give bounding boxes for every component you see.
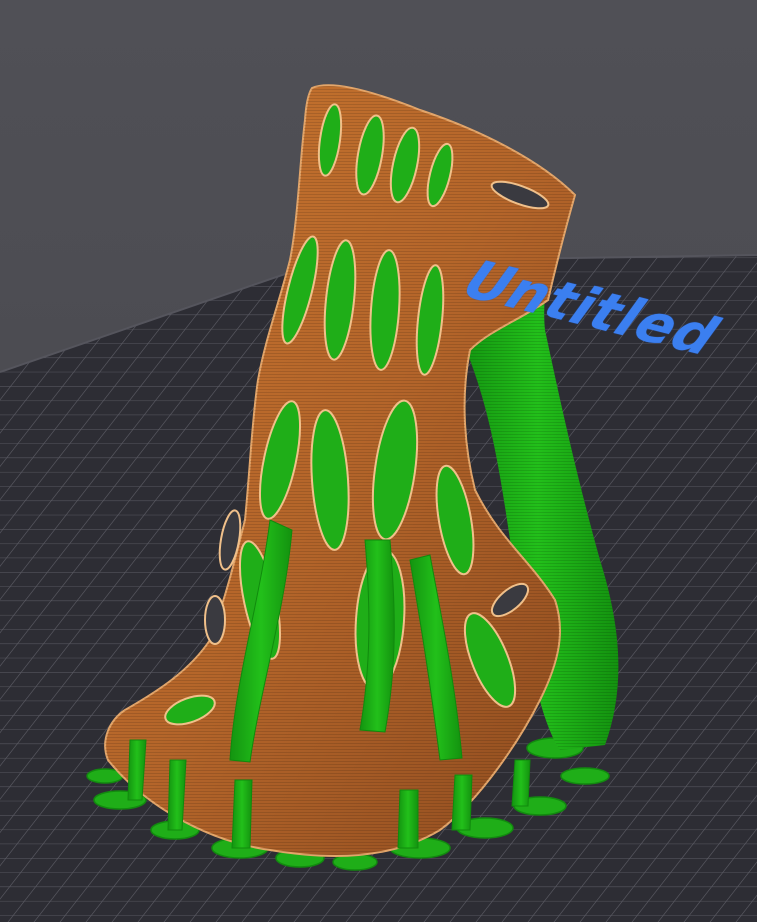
print-bed-scene xyxy=(0,84,757,922)
3d-preview-viewport[interactable]: Untitled xyxy=(0,0,757,922)
